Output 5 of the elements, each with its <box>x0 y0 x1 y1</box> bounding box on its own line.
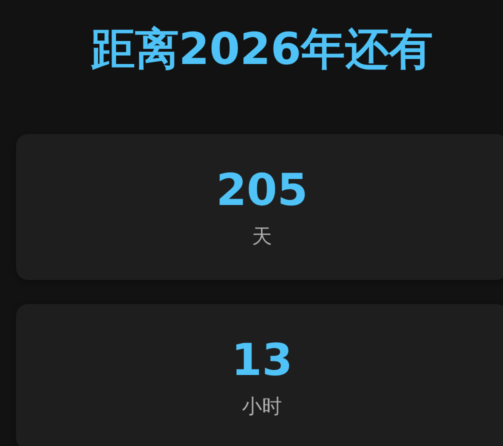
unit-label: 小时 <box>242 393 282 419</box>
unit-label: 天 <box>252 223 272 249</box>
countdown-number: 13 <box>231 335 293 387</box>
page-title: 距离2026年还有 <box>90 23 434 77</box>
countdown-number: 205 <box>216 165 308 217</box>
